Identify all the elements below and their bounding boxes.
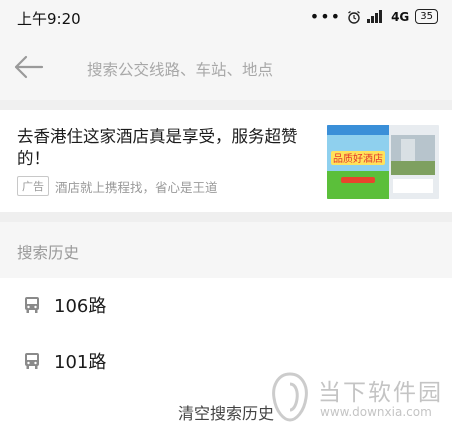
bus-icon xyxy=(25,353,39,369)
search-input[interactable]: 搜索公交线路、车站、地点 xyxy=(87,58,273,80)
history-item[interactable]: 106路 xyxy=(0,278,452,334)
history-title: 搜索历史 xyxy=(17,244,80,262)
network-type: 4G xyxy=(391,9,410,24)
status-time: 上午9:20 xyxy=(17,10,81,28)
signal-icon xyxy=(367,10,383,23)
ad-badge: 广告 xyxy=(17,176,49,196)
divider xyxy=(0,212,452,222)
watermark-url: www.downxia.com xyxy=(320,405,432,419)
battery-icon: 35 xyxy=(415,9,438,24)
status-icons: ••• 4G 35 xyxy=(309,6,438,26)
ad-image-text: 品质好酒店 xyxy=(333,152,383,165)
battery-level: 35 xyxy=(420,10,433,22)
ad-title[interactable]: 去香港住这家酒店真是享受，服务超赞的！ xyxy=(17,126,315,170)
search-bar: 搜索公交线路、车站、地点 xyxy=(0,34,452,100)
divider xyxy=(0,100,452,110)
history-item-label: 106路 xyxy=(54,296,107,317)
status-bar: 上午9:20 ••• 4G 35 xyxy=(0,0,452,34)
bus-icon xyxy=(25,297,39,313)
ad-card[interactable]: 去香港住这家酒店真是享受，服务超赞的！ 广告 酒店就上携程找，省心是王道 品质好… xyxy=(0,110,452,212)
watermark-logo-icon xyxy=(272,372,308,422)
alarm-icon xyxy=(348,10,360,24)
history-item-label: 101路 xyxy=(54,352,107,373)
watermark-name: 当下软件园 xyxy=(318,380,443,406)
ad-meta: 广告 酒店就上携程找，省心是王道 xyxy=(17,176,218,196)
ad-description: 酒店就上携程找，省心是王道 xyxy=(55,179,218,195)
watermark: 当下软件园 www.downxia.com xyxy=(270,370,452,439)
more-dots: ••• xyxy=(309,6,342,26)
ad-image[interactable]: 品质好酒店 xyxy=(327,125,439,199)
back-arrow-icon[interactable] xyxy=(14,54,44,80)
history-header: 搜索历史 xyxy=(0,222,452,278)
